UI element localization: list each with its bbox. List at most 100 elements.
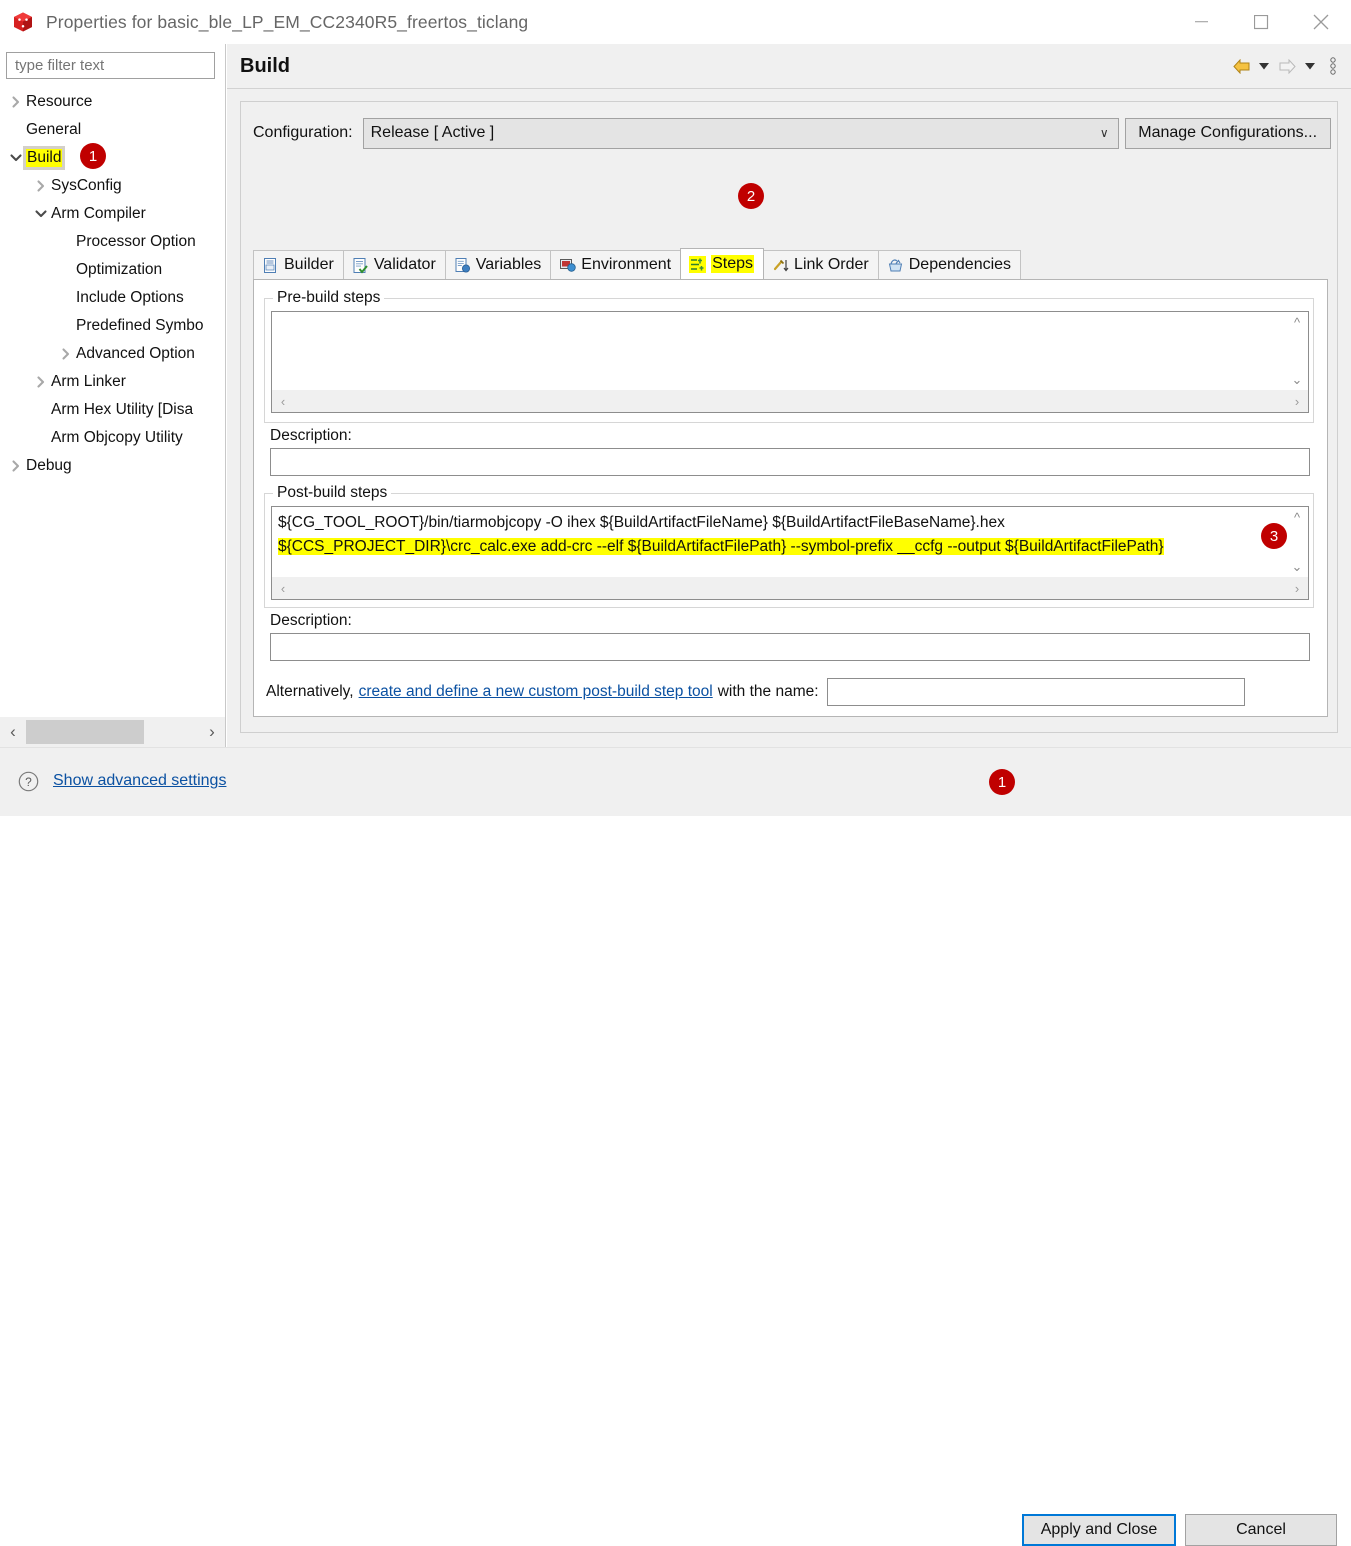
sidebar-item-processor-option[interactable]: Processor Option	[0, 228, 225, 256]
minimize-button[interactable]	[1171, 0, 1231, 44]
sidebar-item-label: Debug	[26, 457, 72, 474]
sidebar-item-label: Optimization	[76, 261, 163, 278]
chevron-right-icon[interactable]	[33, 178, 49, 194]
back-arrow-icon[interactable]	[1231, 52, 1251, 80]
tab-dependencies[interactable]: Dependencies	[877, 250, 1022, 279]
postbuild-vertical-scrollbar[interactable]: ^ ⌄	[1285, 507, 1308, 577]
postbuild-description-input[interactable]	[270, 633, 1310, 661]
cancel-button[interactable]: Cancel	[1185, 1514, 1337, 1546]
back-dropdown-icon[interactable]	[1254, 52, 1274, 80]
package-cube-icon	[12, 11, 34, 33]
sidebar-item-arm-objcopy-utility[interactable]: Arm Objcopy Utility	[0, 424, 225, 452]
settings-tree[interactable]: Resource General Build SysConfig Arm Compile…	[0, 88, 225, 713]
sidebar-item-predefined-symbo[interactable]: Predefined Symbo	[0, 312, 225, 340]
chevron-right-icon[interactable]	[58, 346, 74, 362]
sidebar-item-debug[interactable]: Debug	[0, 452, 225, 480]
scroll-up-icon[interactable]: ^	[1286, 507, 1308, 527]
sidebar-item-arm-hex-utility-disa[interactable]: Arm Hex Utility [Disa	[0, 396, 225, 424]
step-text: ${CG_TOOL_ROOT}/bin/tiarmobjcopy -O ihex…	[278, 514, 1005, 531]
prebuild-textarea[interactable]: ^ ⌄ ‹ ›	[271, 311, 1309, 413]
scrollbar-thumb[interactable]	[26, 720, 144, 744]
validator-icon	[352, 257, 369, 274]
scroll-down-icon[interactable]: ⌄	[1286, 557, 1308, 577]
close-button[interactable]	[1291, 0, 1351, 44]
dependencies-icon	[887, 257, 904, 274]
page-header: Build	[227, 44, 1351, 88]
svg-text:?: ?	[25, 775, 32, 789]
sidebar-item-include-options[interactable]: Include Options	[0, 284, 225, 312]
show-advanced-settings-link[interactable]: Show advanced settings	[53, 772, 226, 790]
sidebar-item-advanced-option[interactable]: Advanced Option	[0, 340, 225, 368]
alternatively-suffix: with the name:	[717, 683, 819, 700]
configuration-select[interactable]: Release [ Active ] ∨	[362, 117, 1119, 149]
custom-tool-name-input[interactable]	[826, 678, 1245, 706]
tab-variables[interactable]: Variables	[444, 250, 552, 279]
sidebar-item-build[interactable]: Build	[0, 144, 225, 172]
scroll-up-icon[interactable]: ^	[1286, 312, 1308, 332]
page-title: Build	[240, 54, 290, 77]
tab-steps[interactable]: Steps	[680, 248, 765, 279]
build-settings-content: Configuration: Release [ Active ] ∨ Mana…	[240, 101, 1338, 733]
sidebar-item-arm-compiler[interactable]: Arm Compiler	[0, 200, 225, 228]
configuration-value: Release [ Active ]	[370, 124, 495, 141]
build-step-line[interactable]: ${CG_TOOL_ROOT}/bin/tiarmobjcopy -O ihex…	[278, 511, 1284, 535]
maximize-button[interactable]	[1231, 0, 1291, 44]
question-mark-icon[interactable]: ?	[18, 771, 39, 792]
sidebar-item-resource[interactable]: Resource	[0, 88, 225, 116]
chevron-right-icon[interactable]	[8, 94, 24, 110]
tab-label: Link Order	[794, 256, 869, 273]
scroll-right-icon[interactable]: ›	[199, 717, 225, 747]
filter-input[interactable]	[6, 52, 215, 79]
forward-dropdown-icon[interactable]	[1300, 52, 1320, 80]
page-header-tools	[1231, 44, 1343, 88]
configuration-label: Configuration:	[253, 124, 353, 141]
postbuild-text[interactable]: ${CG_TOOL_ROOT}/bin/tiarmobjcopy -O ihex…	[278, 511, 1284, 559]
chevron-right-icon[interactable]	[8, 458, 24, 474]
postbuild-textarea[interactable]: ${CG_TOOL_ROOT}/bin/tiarmobjcopy -O ihex…	[271, 506, 1309, 600]
tab-validator[interactable]: Validator	[342, 250, 446, 279]
tab-link-order[interactable]: Link Order	[763, 250, 879, 279]
build-tabs[interactable]: Builder Validator Variables Environment Step…	[253, 248, 1022, 279]
prebuild-vertical-scrollbar[interactable]: ^ ⌄	[1285, 312, 1308, 390]
tab-environment[interactable]: Environment	[550, 250, 682, 279]
manage-configurations-button[interactable]: Manage Configurations...	[1124, 117, 1331, 149]
postbuild-horizontal-scrollbar[interactable]: ‹ ›	[272, 577, 1308, 599]
chevron-right-icon[interactable]	[33, 374, 49, 390]
chevron-down-icon[interactable]	[8, 150, 24, 166]
tab-builder[interactable]: Builder	[253, 250, 344, 279]
forward-arrow-icon[interactable]	[1277, 52, 1297, 80]
scroll-right-icon[interactable]: ›	[1286, 390, 1308, 412]
scroll-left-icon[interactable]: ‹	[0, 717, 26, 747]
scroll-left-icon[interactable]: ‹	[272, 577, 294, 599]
alternatively-prefix: Alternatively,	[266, 683, 354, 700]
build-step-line[interactable]: ${CCS_PROJECT_DIR}\crc_calc.exe add-crc …	[278, 535, 1284, 559]
tab-label: Dependencies	[908, 256, 1012, 273]
custom-postbuild-tool-link[interactable]: create and define a new custom post-buil…	[359, 683, 713, 701]
prebuild-horizontal-scrollbar[interactable]: ‹ ›	[272, 390, 1308, 412]
sidebar-item-arm-linker[interactable]: Arm Linker	[0, 368, 225, 396]
sidebar-item-general[interactable]: General	[0, 116, 225, 144]
scroll-right-icon[interactable]: ›	[1286, 577, 1308, 599]
dialog-footer: ? Show advanced settings Apply and Close…	[0, 747, 1351, 1546]
scroll-down-icon[interactable]: ⌄	[1286, 370, 1308, 390]
properties-page: Build Configuration: Release [Active] …	[227, 44, 1351, 747]
sidebar-item-label: Arm Hex Utility [Disa	[51, 401, 194, 418]
chevron-down-icon[interactable]	[33, 206, 49, 222]
builder-icon	[262, 257, 279, 274]
window-title: Properties for basic_ble_LP_EM_CC2340R5_…	[46, 11, 529, 32]
apply-and-close-button[interactable]: Apply and Close	[1022, 1514, 1176, 1546]
postbuild-legend: Post-build steps	[273, 484, 392, 502]
scroll-left-icon[interactable]: ‹	[272, 390, 294, 412]
sidebar-item-sysconfig[interactable]: SysConfig	[0, 172, 225, 200]
sidebar-item-optimization[interactable]: Optimization	[0, 256, 225, 284]
sidebar-item-label: Advanced Option	[76, 345, 195, 362]
annotation-badge-1: 1	[80, 143, 106, 169]
prebuild-description-input[interactable]	[270, 448, 1310, 476]
tree-horizontal-scrollbar[interactable]: ‹ ›	[0, 717, 225, 747]
tab-label: Environment	[581, 256, 672, 273]
steps-tab-panel: Pre-build steps ^ ⌄ ‹ › Description: Pos…	[253, 279, 1328, 717]
view-menu-icon[interactable]	[1323, 52, 1343, 80]
